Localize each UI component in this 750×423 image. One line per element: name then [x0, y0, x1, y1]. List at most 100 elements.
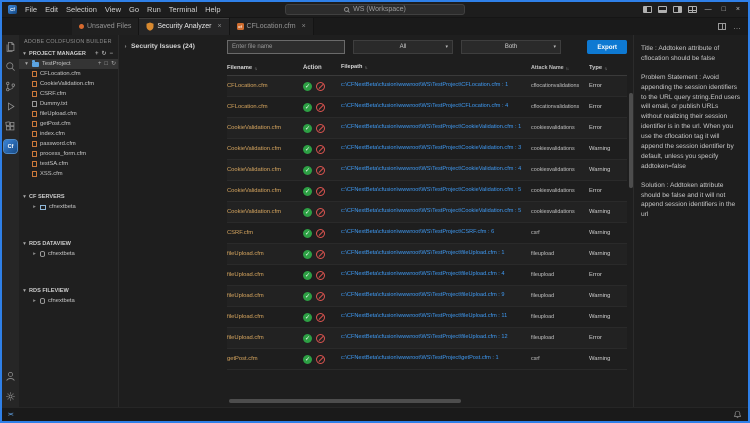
refresh-icon[interactable]: ↻: [111, 61, 116, 67]
menu-help[interactable]: Help: [201, 5, 224, 14]
issue-filepath-link[interactable]: c:\CFNextBeta\cfusion\wwwroot\WS\TestPro…: [341, 334, 508, 340]
issue-filename-link[interactable]: CFLocation.cfm: [227, 83, 268, 89]
toggle-panel-icon[interactable]: [658, 6, 667, 13]
check-circle-icon[interactable]: ✓: [303, 145, 312, 154]
search-icon[interactable]: [4, 60, 17, 72]
horizontal-scrollbar[interactable]: [227, 399, 627, 403]
block-circle-icon[interactable]: [316, 229, 325, 238]
section-project-manager[interactable]: ▾ PROJECT MANAGER + ↻ −: [19, 48, 118, 59]
block-circle-icon[interactable]: [316, 292, 325, 301]
run-debug-icon[interactable]: [4, 100, 17, 112]
check-circle-icon[interactable]: ✓: [303, 229, 312, 238]
issue-filepath-link[interactable]: c:\CFNextBeta\cfusion\wwwroot\WS\TestPro…: [341, 82, 508, 88]
extensions-icon[interactable]: [4, 120, 17, 132]
menu-view[interactable]: View: [101, 5, 125, 14]
section-rds-fileview[interactable]: ▾RDS FILEVIEW: [19, 285, 118, 296]
tab-unsaved-files[interactable]: Unsaved Files: [72, 18, 139, 35]
tree-item-file[interactable]: getPost.cfm: [19, 119, 118, 129]
issue-filepath-link[interactable]: c:\CFNextBeta\cfusion\wwwroot\WS\TestPro…: [341, 250, 505, 256]
more-actions-icon[interactable]: …: [733, 22, 741, 31]
issue-filepath-link[interactable]: c:\CFNextBeta\cfusion\wwwroot\WS\TestPro…: [341, 355, 499, 361]
cf-builder-icon[interactable]: Cf: [4, 140, 17, 153]
section-rds-dataview[interactable]: ▾RDS DATAVIEW: [19, 238, 118, 249]
column-type[interactable]: Type↑↓: [589, 65, 627, 71]
issue-filepath-link[interactable]: c:\CFNextBeta\cfusion\wwwroot\WS\TestPro…: [341, 208, 521, 214]
tree-item-file[interactable]: fileUpload.cfm: [19, 109, 118, 119]
section-cf-servers[interactable]: ▾CF SERVERS: [19, 191, 118, 202]
block-circle-icon[interactable]: [316, 208, 325, 217]
issue-filepath-link[interactable]: c:\CFNextBeta\cfusion\wwwroot\WS\TestPro…: [341, 292, 505, 298]
issue-filepath-link[interactable]: c:\CFNextBeta\cfusion\wwwroot\WS\TestPro…: [341, 313, 507, 319]
close-icon[interactable]: ×: [302, 23, 306, 30]
menu-run[interactable]: Run: [143, 5, 165, 14]
file-name-filter-input[interactable]: Enter file name: [227, 40, 345, 54]
check-circle-icon[interactable]: ✓: [303, 334, 312, 343]
block-circle-icon[interactable]: [316, 271, 325, 280]
issue-filepath-link[interactable]: c:\CFNextBeta\cfusion\wwwroot\WS\TestPro…: [341, 103, 508, 109]
issue-filename-link[interactable]: CFLocation.cfm: [227, 104, 268, 110]
add-project-icon[interactable]: +: [95, 51, 99, 57]
tree-item-file[interactable]: Dummy.txt: [19, 99, 118, 109]
block-circle-icon[interactable]: [316, 313, 325, 322]
tree-item-file[interactable]: CookieValidation.cfm: [19, 79, 118, 89]
column-attack-name[interactable]: Attack Name↑↓: [531, 65, 589, 71]
tree-item-file[interactable]: testSA.cfm: [19, 159, 118, 169]
minimize-icon[interactable]: —: [703, 6, 714, 13]
explorer-icon[interactable]: [4, 40, 17, 52]
toggle-secondary-sidebar-icon[interactable]: [673, 6, 682, 13]
issue-filename-link[interactable]: CookieValidation.cfm: [227, 125, 281, 131]
block-circle-icon[interactable]: [316, 334, 325, 343]
check-circle-icon[interactable]: ✓: [303, 208, 312, 217]
collapse-all-icon[interactable]: −: [109, 51, 113, 57]
issue-filename-link[interactable]: fileUpload.cfm: [227, 293, 264, 299]
tree-item-server[interactable]: ▸cfnextbeta: [19, 296, 118, 306]
issue-filename-link[interactable]: getPost.cfm: [227, 356, 258, 362]
source-control-icon[interactable]: [4, 80, 17, 92]
column-filepath[interactable]: Filepath↑↓: [341, 63, 531, 73]
block-circle-icon[interactable]: [316, 103, 325, 112]
vertical-scrollbar[interactable]: [629, 93, 633, 188]
split-editor-icon[interactable]: [718, 23, 726, 30]
toggle-sidebar-icon[interactable]: [643, 6, 652, 13]
issue-filepath-link[interactable]: c:\CFNextBeta\cfusion\wwwroot\WS\TestPro…: [341, 187, 521, 193]
edit-icon[interactable]: □: [104, 61, 108, 67]
check-circle-icon[interactable]: ✓: [303, 355, 312, 364]
maximize-icon[interactable]: □: [720, 6, 728, 13]
tree-item-server[interactable]: ▸cfnextbeta: [19, 202, 118, 212]
menu-terminal[interactable]: Terminal: [165, 5, 201, 14]
issue-filename-link[interactable]: fileUpload.cfm: [227, 335, 264, 341]
check-circle-icon[interactable]: ✓: [303, 250, 312, 259]
tree-item-file[interactable]: CFLocation.cfm: [19, 69, 118, 79]
settings-gear-icon[interactable]: [4, 390, 17, 402]
check-circle-icon[interactable]: ✓: [303, 187, 312, 196]
issue-filepath-link[interactable]: c:\CFNextBeta\cfusion\wwwroot\WS\TestPro…: [341, 229, 494, 235]
account-icon[interactable]: [4, 370, 17, 382]
tree-item-file[interactable]: XSS.cfm: [19, 169, 118, 179]
check-circle-icon[interactable]: ✓: [303, 271, 312, 280]
issue-filepath-link[interactable]: c:\CFNextBeta\cfusion\wwwroot\WS\TestPro…: [341, 145, 521, 151]
tree-item-project[interactable]: ▾ TestProject + □ ↻: [19, 59, 118, 69]
check-circle-icon[interactable]: ✓: [303, 124, 312, 133]
menu-edit[interactable]: Edit: [41, 5, 62, 14]
tree-item-file[interactable]: index.cfm: [19, 129, 118, 139]
export-button[interactable]: Export: [587, 40, 627, 54]
check-circle-icon[interactable]: ✓: [303, 103, 312, 112]
customize-layout-icon[interactable]: [688, 6, 697, 13]
close-window-icon[interactable]: ×: [734, 6, 742, 13]
tree-item-file[interactable]: password.cfm: [19, 139, 118, 149]
block-circle-icon[interactable]: [316, 145, 325, 154]
refresh-icon[interactable]: ↻: [101, 51, 106, 57]
menu-file[interactable]: File: [21, 5, 41, 14]
security-issues-node[interactable]: › Security Issues (24): [123, 43, 221, 50]
close-icon[interactable]: ×: [217, 23, 221, 30]
issue-filename-link[interactable]: fileUpload.cfm: [227, 251, 264, 257]
new-file-icon[interactable]: +: [98, 61, 102, 67]
block-circle-icon[interactable]: [316, 82, 325, 91]
issue-filename-link[interactable]: CookieValidation.cfm: [227, 167, 281, 173]
block-circle-icon[interactable]: [316, 187, 325, 196]
block-circle-icon[interactable]: [316, 250, 325, 259]
tab-cflocation[interactable]: cf CFLocation.cfm ×: [230, 18, 314, 35]
remote-icon[interactable]: ><: [8, 412, 12, 418]
issue-filename-link[interactable]: CSRF.cfm: [227, 230, 253, 236]
issue-filename-link[interactable]: CookieValidation.cfm: [227, 188, 281, 194]
